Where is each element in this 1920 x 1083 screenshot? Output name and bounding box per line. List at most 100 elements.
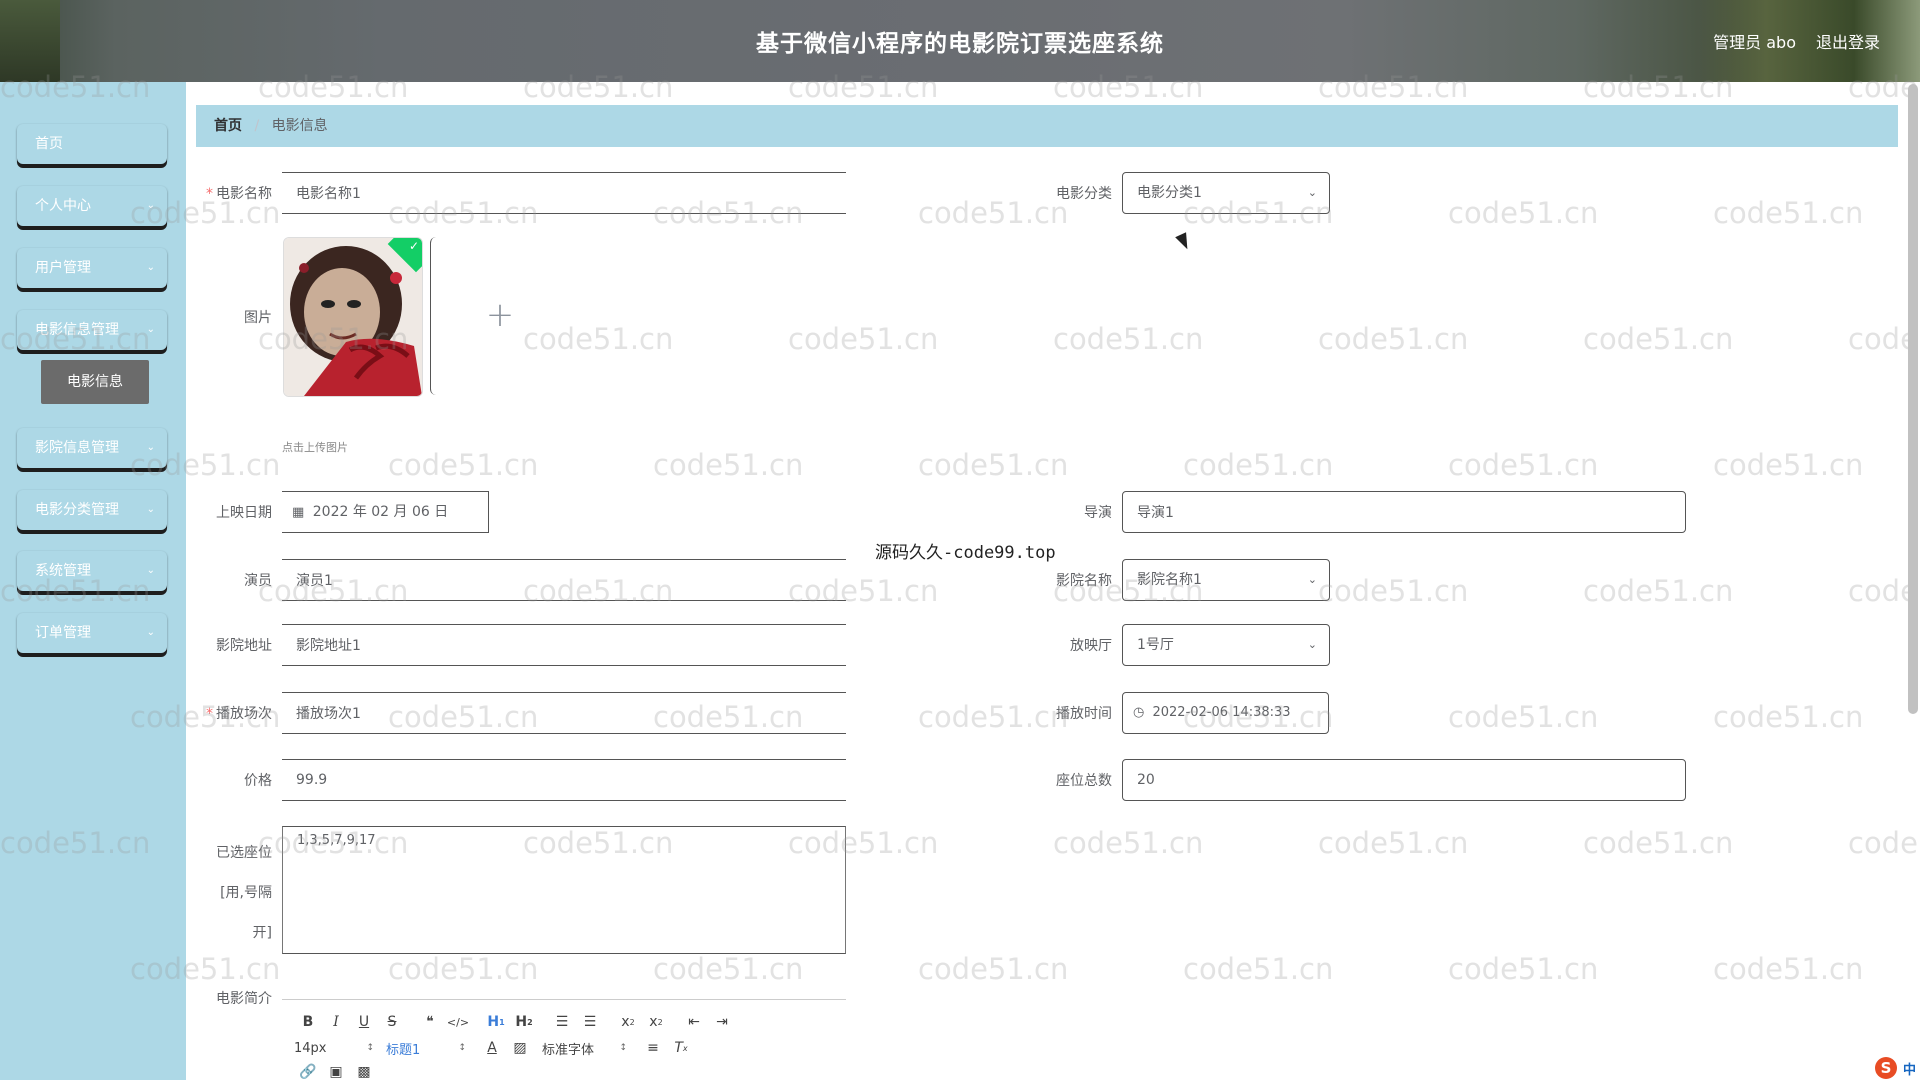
watermark-text: code51.cn — [388, 952, 539, 986]
intro-label: 电影简介 — [216, 991, 272, 1007]
clear-format-icon[interactable]: Tx — [667, 1037, 695, 1059]
logout-link[interactable]: 退出登录 — [1816, 29, 1880, 53]
watermark-text: code51.cn — [1448, 448, 1599, 482]
hall-select[interactable]: 1号厅 ⌄ — [1122, 624, 1330, 666]
sidebar-item-cinema-mgmt[interactable]: 影院信息管理 ⌄ — [17, 428, 167, 468]
breadcrumb-home[interactable]: 首页 — [214, 118, 242, 134]
watermark-text: code51.cn — [388, 448, 539, 482]
heading-2-icon[interactable]: H2 — [510, 1011, 538, 1033]
current-user: 管理员 abo — [1713, 33, 1796, 52]
underline-icon[interactable]: U — [350, 1011, 378, 1033]
cinema-name-select[interactable]: 影院名称1 ⌄ — [1122, 559, 1330, 601]
watermark-text: code51.cn — [1183, 448, 1334, 482]
rich-text-editor: B I U S ❝ </> H1 H2 ☰ ☰ x2 x2 ⇤ ⇥ 14px ↕ … — [282, 999, 846, 1081]
vertical-scrollbar[interactable] — [1908, 84, 1918, 714]
font-family-select[interactable]: 标准字体 ↕ — [542, 1037, 627, 1059]
watermark-text: code51.cn — [1183, 952, 1334, 986]
required-mark: * — [206, 186, 213, 202]
sidebar-item-label: 个人中心 — [35, 198, 91, 214]
superscript-icon[interactable]: x2 — [642, 1011, 670, 1033]
font-color-icon[interactable]: A — [478, 1037, 506, 1059]
play-time-picker[interactable]: ◷ 2022-02-06 14:38:33 — [1122, 692, 1329, 734]
code-watermark: 源码久久-code99.top — [875, 543, 1056, 563]
clock-icon: ◷ — [1133, 705, 1145, 720]
watermark-text: code51.cn — [1448, 952, 1599, 986]
check-icon: ✓ — [408, 239, 419, 253]
play-time-label: 播放时间 — [1056, 706, 1112, 722]
sidebar-item-label: 用户管理 — [35, 260, 91, 276]
watermark-text: code51.cn — [1448, 700, 1599, 734]
background-color-icon[interactable]: ▨ — [506, 1037, 534, 1059]
watermark-text: code51.cn — [1713, 196, 1864, 230]
ordered-list-icon[interactable]: ☰ — [548, 1011, 576, 1033]
editor-toolbar-row-1: B I U S ❝ </> H1 H2 ☰ ☰ x2 x2 ⇤ ⇥ — [294, 1011, 736, 1033]
indent-icon[interactable]: ⇥ — [708, 1011, 736, 1033]
price-input[interactable] — [282, 759, 846, 801]
watermark-text: code51.cn — [918, 448, 1069, 482]
actor-input[interactable] — [282, 559, 846, 601]
hall-label: 放映厅 — [1070, 638, 1112, 654]
breadcrumb-current: 电影信息 — [271, 118, 328, 134]
blockquote-icon[interactable]: ❝ — [416, 1011, 444, 1033]
top-header: 基于微信小程序的电影院订票选座系统 管理员 abo 退出登录 — [0, 0, 1920, 82]
price-label: 价格 — [244, 773, 272, 789]
updown-icon: ↕ — [366, 1043, 374, 1053]
watermark-text: code51.cn — [1713, 700, 1864, 734]
required-mark: * — [206, 706, 213, 722]
watermark-text: code51.cn — [918, 952, 1069, 986]
editor-toolbar-row-2: 14px ↕ 标题1 ↕ A ▨ 标准字体 ↕ ≡ Tx — [294, 1037, 695, 1059]
chevron-down-icon: ⌄ — [146, 504, 155, 515]
input-language-indicator[interactable]: 中 — [1903, 1059, 1916, 1078]
chevron-down-icon: ⌄ — [1307, 573, 1317, 586]
sidebar-item-category-mgmt[interactable]: 电影分类管理 ⌄ — [17, 490, 167, 530]
bullet-list-icon[interactable]: ☰ — [576, 1011, 604, 1033]
selected-seats-textarea[interactable]: 1,3,5,7,9,17 — [282, 826, 846, 954]
watermark-text: code51.cn — [1448, 196, 1599, 230]
sidebar-item-movie-info-mgmt[interactable]: 电影信息管理 ⌄ — [17, 310, 167, 350]
watermark-text: code51.cn — [1053, 826, 1204, 860]
sidebar-item-home[interactable]: 首页 — [17, 124, 167, 164]
sidebar: 首页 个人中心 ⌄ 用户管理 ⌄ 电影信息管理 ⌄ 电影信息 影院信息管理 ⌄ … — [0, 82, 186, 1080]
sidebar-item-users[interactable]: 用户管理 ⌄ — [17, 248, 167, 288]
actor-label: 演员 — [244, 573, 272, 589]
watermark-text: code51.cn — [1583, 322, 1734, 356]
sidebar-item-label: 系统管理 — [35, 563, 91, 579]
watermark-text: code51.cn — [1053, 322, 1204, 356]
app-title: 基于微信小程序的电影院订票选座系统 — [756, 31, 1164, 57]
sidebar-item-profile[interactable]: 个人中心 ⌄ — [17, 186, 167, 226]
session-input[interactable] — [282, 692, 846, 734]
category-select[interactable]: 电影分类1 ⌄ — [1122, 172, 1330, 214]
strikethrough-icon[interactable]: S — [378, 1011, 406, 1033]
code-block-icon[interactable]: </> — [444, 1011, 472, 1033]
total-seats-input[interactable] — [1122, 759, 1686, 801]
bold-icon[interactable]: B — [294, 1011, 322, 1033]
watermark-text: code51.cn — [653, 448, 804, 482]
italic-icon[interactable]: I — [322, 1011, 350, 1033]
upload-tip: 点击上传图片 — [282, 441, 348, 454]
director-input[interactable] — [1122, 491, 1686, 533]
release-date-picker[interactable]: ▦ 2022 年 02 月 06 日 — [282, 491, 489, 533]
category-label: 电影分类 — [1056, 186, 1112, 202]
cinema-name-label: 影院名称 — [1056, 573, 1112, 589]
upload-image-button[interactable]: + — [430, 237, 569, 395]
sidebar-subitem-movie-info[interactable]: 电影信息 — [41, 360, 149, 404]
plus-icon: + — [485, 295, 515, 336]
heading-1-icon[interactable]: H1 — [482, 1011, 510, 1033]
heading-select[interactable]: 标题1 ↕ — [386, 1037, 466, 1059]
sidebar-item-label: 电影信息管理 — [35, 322, 119, 338]
align-icon[interactable]: ≡ — [639, 1037, 667, 1059]
breadcrumb: 首页 / 电影信息 — [196, 105, 1898, 147]
sidebar-item-order-mgmt[interactable]: 订单管理 ⌄ — [17, 613, 167, 653]
watermark-text: code51.cn — [1318, 826, 1469, 860]
sidebar-item-system-mgmt[interactable]: 系统管理 ⌄ — [17, 551, 167, 591]
outdent-icon[interactable]: ⇤ — [680, 1011, 708, 1033]
sogou-input-icon[interactable]: S — [1874, 1057, 1897, 1079]
movie-name-input[interactable] — [282, 172, 846, 214]
movie-poster-thumbnail[interactable]: ✓ — [283, 237, 423, 397]
system-tray: S 中 — [1874, 1056, 1920, 1080]
font-size-select[interactable]: 14px ↕ — [294, 1037, 374, 1059]
movie-poster-image — [284, 238, 422, 396]
cinema-address-input[interactable] — [282, 624, 846, 666]
breadcrumb-separator: / — [254, 118, 260, 134]
subscript-icon[interactable]: x2 — [614, 1011, 642, 1033]
